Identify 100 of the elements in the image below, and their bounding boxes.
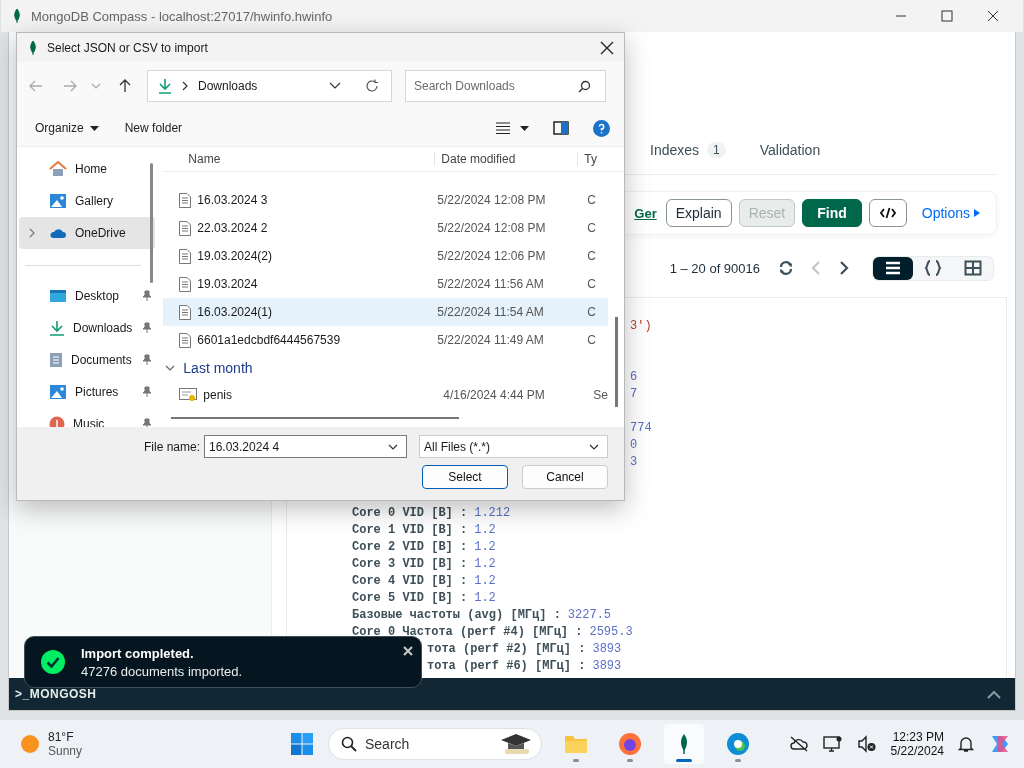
organize-button[interactable]: Organize [27,117,107,139]
next-icon[interactable] [838,260,850,276]
pin-icon [142,322,152,334]
file-name-field[interactable]: 16.03.2024 4 [204,435,407,458]
download-icon [158,78,172,94]
field-value: 1.2 [474,540,496,554]
view-list-icon[interactable] [496,122,510,134]
field-name: Базовые частоты (avg) [МГц] : [352,608,561,622]
field-name: Core 0 Частота (perf #4) [МГц] : [352,625,583,639]
monitor-icon[interactable] [822,735,843,754]
column-header[interactable]: Name [188,152,436,166]
file-row[interactable]: 22.03.2024 2 5/22/2024 12:08 PM C [163,214,608,242]
nav-item[interactable]: Pictures [19,376,156,408]
document-icon [179,276,192,292]
code-button[interactable] [868,199,907,227]
toast-title: Import completed. [81,645,195,661]
dialog-title: Select JSON or CSV to import [47,40,208,55]
window-title: MongoDB Compass - localhost:27017/hwinfo.hwinfo [31,8,333,24]
refresh-icon[interactable] [778,260,794,276]
expand-chevron-icon [29,228,35,238]
field-value: 3') [630,319,652,333]
leaf-icon [13,9,21,23]
chevron-up-icon[interactable] [987,689,1001,699]
dialog-button[interactable]: Cancel [522,465,608,489]
query-button[interactable]: Explain [665,199,732,227]
dialog-button[interactable]: Select [422,465,508,489]
taskbar-search[interactable]: Search [328,728,542,761]
field-name: Core 2 VID [В] : [352,540,468,554]
document-icon [179,220,192,236]
chevron-down-icon [388,443,398,450]
document-icon [179,192,192,208]
query-button[interactable]: Find [802,199,862,227]
taskbar-app[interactable] [664,724,704,765]
field-name: Core 4 VID [В] : [352,574,468,588]
document-icon [179,332,192,348]
column-header[interactable]: Ty [578,152,597,166]
image-icon [49,384,67,400]
clock-time[interactable]: 12:23 PM [892,730,944,745]
help-icon[interactable] [593,119,610,137]
new-folder-button[interactable]: New folder [116,117,191,139]
field-value: 1.2 [474,557,496,571]
close-icon[interactable] [600,40,614,55]
group-header[interactable]: Last month [163,354,624,381]
field-value: 6 [630,370,638,384]
pin-icon [142,386,152,398]
field-value: 3893 [592,642,622,656]
view-mode-toggle[interactable] [873,256,913,280]
chevron-down-icon [589,443,599,450]
cloud-off-icon[interactable] [788,736,809,753]
result-range: 1 – 20 of 90016 [669,260,760,276]
file-type-dropdown[interactable]: All Files (*.*) [419,435,608,458]
column-header[interactable]: Date modified [435,152,579,166]
house-icon [49,161,67,177]
chevron-right-icon [182,81,188,91]
file-row[interactable]: 16.03.2024(1) 5/22/2024 11:54 AM C [163,298,608,326]
collection-tab[interactable]: Validation [759,138,821,174]
shell-label[interactable]: >_MONGOSH [15,687,97,702]
nav-item[interactable]: Downloads [19,312,156,344]
close-icon[interactable] [987,10,999,22]
folder-icon [564,733,588,756]
file-row[interactable]: 6601a1edcbdf6444567539 5/22/2024 11:49 AM C [163,326,608,354]
start-icon[interactable] [290,732,314,757]
caret-down-icon[interactable] [520,125,529,131]
file-row[interactable]: 19.03.2024 5/22/2024 11:56 AM C [163,270,608,298]
search-field[interactable]: Search Downloads [405,70,606,102]
temperature: 81°F [48,730,75,745]
braces-icon [924,260,942,276]
field-name: Core 3 VID [В] : [352,557,468,571]
up-arrow-icon[interactable] [119,79,131,93]
field-value: 1.2 [474,574,496,588]
field-value: 3 [630,455,638,469]
leaf-icon [29,40,37,55]
maximize-icon[interactable] [941,10,953,22]
leaf-icon [679,733,689,756]
field-value: 2595.3 [589,625,633,639]
file-row[interactable]: 19.03.2024(2) 5/22/2024 12:06 PM C [163,242,608,270]
image-icon [49,193,67,209]
preview-pane-icon[interactable] [553,121,569,135]
collection-tab[interactable]: Indexes 1 [650,138,726,174]
address-bar[interactable]: Downloads [147,70,392,102]
generate-link[interactable]: Ger [634,205,657,221]
weather-condition: Sunny [48,744,83,759]
options-link[interactable]: Options [921,205,980,221]
nav-item[interactable]: Desktop [19,280,156,312]
nav-item[interactable]: Gallery [19,185,156,217]
file-row[interactable]: 16.03.2024 3 5/22/2024 12:08 PM C [163,186,608,214]
bell-icon[interactable] [958,735,974,754]
field-value: 3227.5 [567,608,612,622]
clock-date[interactable]: 5/22/2024 [890,744,944,759]
nav-item[interactable]: Documents [19,344,156,376]
file-row[interactable]: penis 4/16/2024 4:44 PM Se [163,381,608,409]
field-value: 774 [630,421,652,435]
field-value: 1.2 [474,523,496,537]
nav-item[interactable]: Home [19,153,156,185]
document-icon [179,304,192,320]
speaker-muted-icon[interactable] [856,735,877,754]
pin-icon [142,354,152,366]
toast-message: 47276 documents imported. [81,663,243,679]
nav-item[interactable]: OneDrive [19,217,156,249]
field-value: 1.212 [474,506,511,520]
